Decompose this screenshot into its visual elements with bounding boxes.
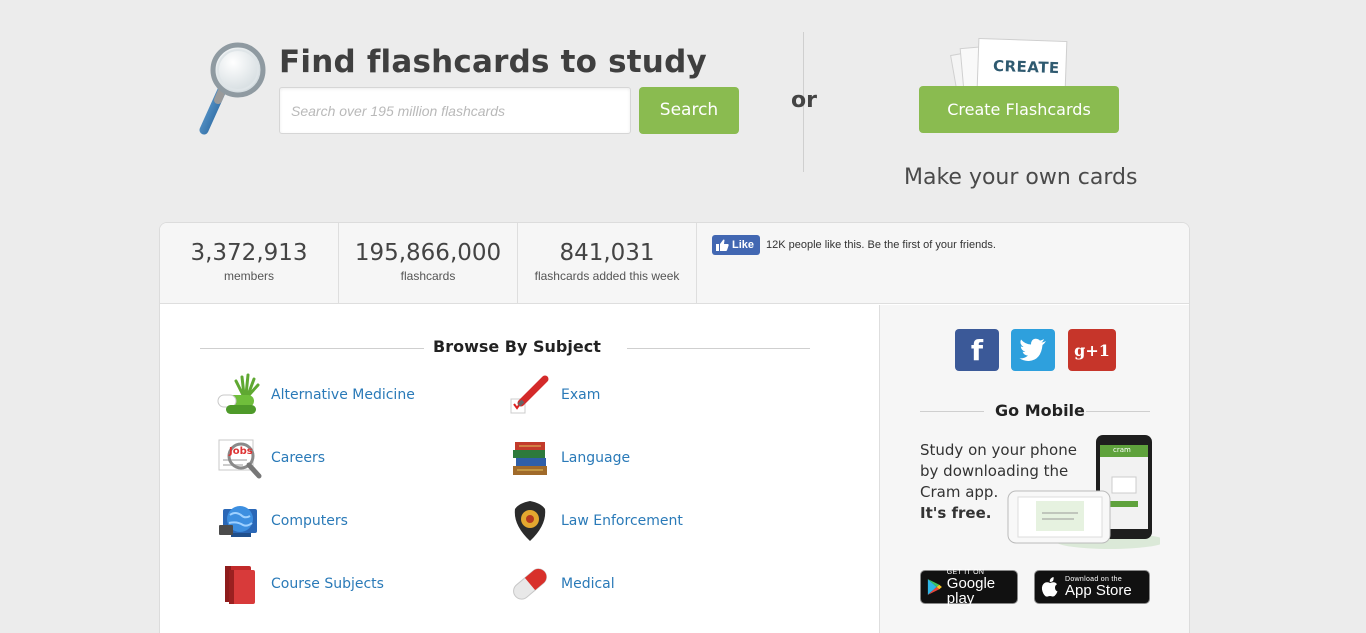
like-count-text: 12K people like this. Be the first of yo… [766,239,996,251]
stat-value: 195,866,000 [354,240,502,266]
herbal-pill-icon [216,371,264,419]
subject-label[interactable]: Law Enforcement [561,513,683,529]
magnifier-icon [199,42,266,135]
twitter-share-button[interactable] [1011,329,1055,371]
browse-section: Browse By Subject Alternative Medicine J… [160,305,879,633]
subject-course-subjects[interactable]: Course Subjects [216,560,384,608]
subject-label[interactable]: Course Subjects [271,576,384,592]
stats-bar: 3,372,913 members 195,866,000 flashcards… [160,223,1189,304]
go-mobile-heading: Go Mobile [920,401,1150,421]
subject-label[interactable]: Careers [271,450,325,466]
heading-rule [627,348,810,349]
subject-label[interactable]: Computers [271,513,348,529]
facebook-like-button[interactable]: Like [712,235,761,255]
subject-label[interactable]: Alternative Medicine [271,387,415,403]
stat-added-this-week: 841,031 flashcards added this week [518,223,697,304]
book-stack-icon [506,434,554,482]
create-flashcards-button[interactable]: Create Flashcards [919,86,1119,133]
stat-label: flashcards [400,269,456,283]
make-own-cards-label: Make your own cards [904,165,1138,190]
subject-alternative-medicine[interactable]: Alternative Medicine [216,371,415,419]
google-play-icon [927,579,942,595]
phones-illustration [1007,435,1160,549]
stat-members: 3,372,913 members [160,223,339,304]
subject-computers[interactable]: Computers [216,497,348,545]
google-play-badge[interactable]: GET IT ON Google play [920,569,1018,607]
go-mobile-text: Go Mobile [995,401,1085,420]
police-badge-icon [506,497,554,545]
exam-pen-icon [506,371,554,419]
thumbs-up-icon [716,239,729,251]
subject-label[interactable]: Exam [561,387,600,403]
svg-text:Jobs: Jobs [228,446,253,457]
books-icon [216,560,264,608]
globe-computer-icon [216,497,264,545]
subject-label[interactable]: Language [561,450,630,466]
subject-law-enforcement[interactable]: Law Enforcement [506,497,683,545]
subject-language[interactable]: Language [506,434,630,482]
stat-label: flashcards added this week [534,269,680,283]
stat-value: 3,372,913 [190,240,308,266]
subject-exam[interactable]: Exam [506,371,600,419]
stat-value: 841,031 [559,240,655,266]
google-play-big: Google play [946,574,996,607]
heading-rule [920,411,984,412]
google-plus-button[interactable]: g+1 [1068,329,1116,371]
facebook-icon: f [970,333,984,367]
heading-rule [200,348,424,349]
phone-app-label: cram [1113,446,1131,454]
twitter-icon [1019,338,1046,362]
mobile-sidebar: f g+1 Go Mobile Study on your phone by d… [879,305,1189,633]
search-button[interactable]: Search [639,87,739,134]
browse-heading-text: Browse By Subject [433,337,601,356]
facebook-share-button[interactable]: f [955,329,999,371]
apple-icon [1041,577,1058,597]
stat-flashcards: 195,866,000 flashcards [339,223,518,304]
app-store-badge[interactable]: Download on the App Store [1034,570,1150,604]
jobs-magnifier-icon: Jobs [216,434,264,482]
page-title: Find flashcards to study [279,44,707,80]
subject-label[interactable]: Medical [561,576,615,592]
subject-medical[interactable]: Medical [506,560,615,608]
like-label: Like [732,239,755,251]
browse-heading: Browse By Subject [200,337,810,357]
google-plus-icon: g+1 [1074,340,1110,360]
create-card-label: CREATE [992,56,1061,78]
subject-careers[interactable]: Jobs Careers [216,434,325,482]
heading-rule [1086,411,1150,412]
or-label: or [791,88,817,113]
app-store-big: App Store [1065,582,1132,599]
capsule-icon [506,560,554,608]
main-panel: 3,372,913 members 195,866,000 flashcards… [159,222,1190,633]
stat-label: members [223,269,274,283]
search-input[interactable] [279,87,631,134]
facebook-like-widget: Like 12K people like this. Be the first … [712,235,996,255]
